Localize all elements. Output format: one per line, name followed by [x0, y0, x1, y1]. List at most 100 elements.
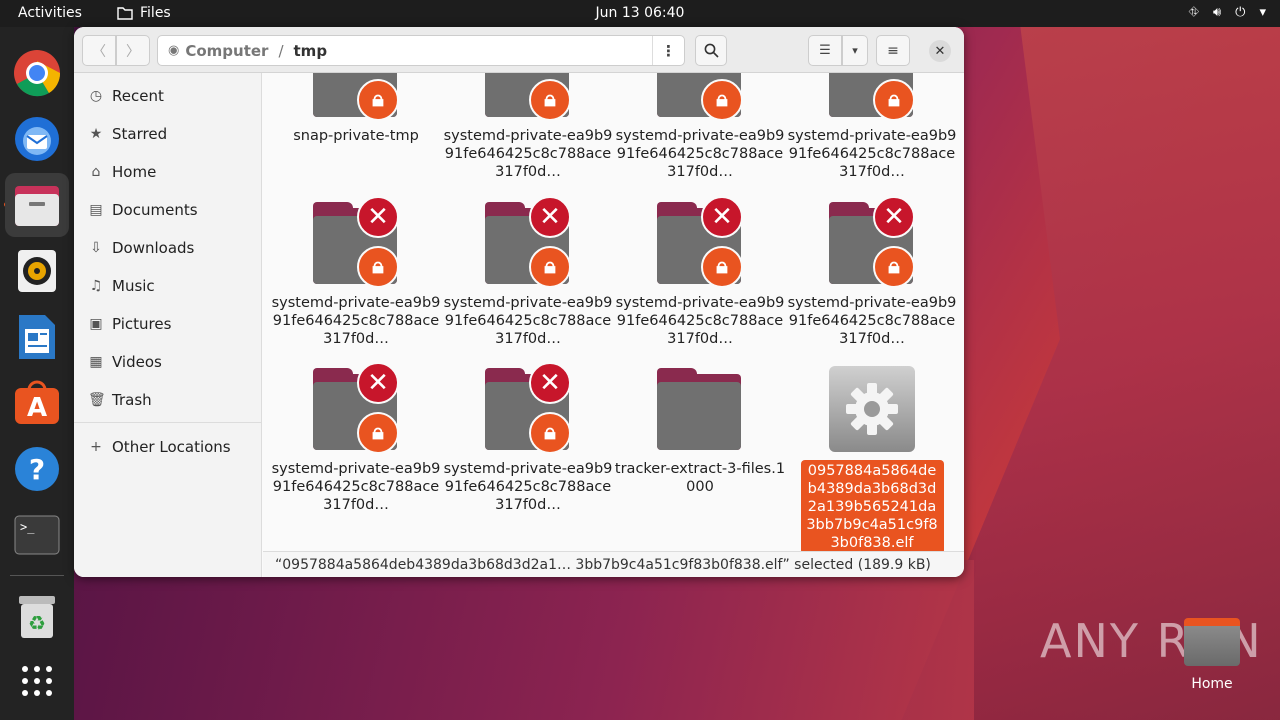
- clock[interactable]: Jun 13 06:40: [0, 5, 1280, 21]
- status-bar: “0957884a5864deb4389da3b68d3d2a1… 3bb7b9…: [263, 551, 964, 577]
- show-apps-button[interactable]: [11, 655, 63, 707]
- forbidden-icon: ✕: [529, 196, 571, 238]
- sidebar-item-recent[interactable]: ◷ Recent: [74, 80, 262, 112]
- volume-icon: 🔊︎: [1212, 5, 1222, 20]
- lock-icon: 🔒︎: [529, 246, 571, 288]
- chevron-left-icon: 〈: [92, 43, 106, 60]
- writer-launcher[interactable]: [11, 311, 63, 363]
- file-item[interactable]: ✕ 🔒︎ systemd-private-ea9b991fe646425c8c7…: [442, 196, 614, 348]
- path-segment-tmp[interactable]: tmp: [294, 42, 328, 60]
- terminal-icon: >_: [14, 515, 60, 555]
- svg-text:?: ?: [29, 453, 45, 486]
- file-name: systemd-private-ea9b991fe646425c8c788ace…: [271, 295, 441, 347]
- sidebar-item-label: Trash: [112, 391, 152, 409]
- chevron-down-icon: ▾: [1259, 5, 1266, 20]
- chrome-icon: [14, 50, 61, 97]
- file-item[interactable]: tracker-extract-3-files.1000: [614, 368, 786, 496]
- svg-text:A: A: [27, 393, 47, 423]
- back-button[interactable]: 〈: [82, 35, 116, 66]
- folder-icon: ✕ 🔒︎: [485, 196, 571, 288]
- forbidden-icon: ✕: [873, 196, 915, 238]
- trash-launcher[interactable]: ♻: [11, 591, 63, 643]
- file-item[interactable]: ✕ 🔒︎ systemd-private-ea9b991fe646425c8c7…: [786, 196, 958, 348]
- chevron-down-icon: ▾: [852, 44, 858, 57]
- file-name: tracker-extract-3-files.1000: [614, 461, 786, 495]
- close-icon: ✕: [934, 43, 946, 59]
- files-window: 〈 〉 ◉ Computer / tmp ⋮ ☰ ▾ ≡ ✕ ◷ Recent ★…: [74, 27, 964, 577]
- path-segment-computer[interactable]: Computer: [185, 42, 268, 60]
- lock-icon: 🔒︎: [357, 412, 399, 454]
- video-icon: ▦: [89, 354, 103, 370]
- sidebar-item-label: Starred: [112, 125, 168, 143]
- thunderbird-launcher[interactable]: [11, 113, 63, 165]
- document-writer-icon: [19, 315, 55, 359]
- file-name: 0957884a5864deb4389da3b68d3d2a139b565241…: [800, 460, 944, 551]
- lock-icon: 🔒︎: [529, 412, 571, 454]
- picture-icon: ▣: [89, 316, 103, 332]
- file-item[interactable]: ✕ 🔒︎ systemd-private-ea9b991fe646425c8c7…: [442, 362, 614, 514]
- file-name: systemd-private-ea9b991fe646425c8c788ace…: [787, 128, 957, 180]
- file-item[interactable]: ✕ 🔒︎ systemd-private-ea9b991fe646425c8c7…: [270, 196, 442, 348]
- close-button[interactable]: ✕: [929, 40, 951, 62]
- forbidden-icon: ✕: [529, 362, 571, 404]
- sidebar-divider: [74, 422, 262, 423]
- file-name: systemd-private-ea9b991fe646425c8c788ace…: [271, 461, 441, 513]
- folder-icon: ✕ 🔒︎: [829, 196, 915, 288]
- sidebar-item-documents[interactable]: ▤ Documents: [74, 194, 262, 226]
- grid-icon: [22, 666, 52, 696]
- folder-icon: ✕ 🔒︎: [313, 362, 399, 454]
- search-button[interactable]: [695, 35, 727, 66]
- sidebar-item-downloads[interactable]: ⇩ Downloads: [74, 232, 262, 264]
- sidebar-item-pictures[interactable]: ▣ Pictures: [74, 308, 262, 340]
- rhythmbox-launcher[interactable]: [11, 245, 63, 297]
- folder-icon: ✕ 🔒︎: [485, 362, 571, 454]
- main-menu-button[interactable]: ≡: [876, 35, 910, 66]
- file-item-selected[interactable]: 0957884a5864deb4389da3b68d3d2a139b565241…: [786, 366, 958, 551]
- terminal-launcher[interactable]: >_: [11, 509, 63, 561]
- trash-icon: 🗑︎: [88, 392, 106, 408]
- system-tray[interactable]: ⛗ 🔊︎ ⏻ ▾: [1189, 5, 1266, 20]
- file-item[interactable]: 🔒︎ systemd-private-ea9b991fe646425c8c788…: [442, 73, 614, 181]
- chrome-launcher[interactable]: [11, 47, 63, 99]
- sidebar-item-label: Documents: [112, 201, 198, 219]
- file-item[interactable]: 🔒︎ snap-private-tmp: [270, 73, 442, 145]
- sidebar-item-trash[interactable]: 🗑︎ Trash: [74, 384, 262, 416]
- sidebar-item-label: Other Locations: [112, 438, 231, 456]
- sidebar-item-label: Home: [112, 163, 157, 181]
- path-menu-button[interactable]: ⋮: [652, 36, 684, 65]
- svg-text:>_: >_: [20, 520, 35, 534]
- path-bar[interactable]: ◉ Computer / tmp ⋮: [157, 35, 685, 66]
- sidebar-item-starred[interactable]: ★ Starred: [74, 118, 262, 150]
- file-name: snap-private-tmp: [293, 128, 419, 144]
- path-separator: /: [278, 41, 284, 60]
- file-name: systemd-private-ea9b991fe646425c8c788ace…: [615, 295, 785, 347]
- sidebar-item-home[interactable]: ⌂ Home: [74, 156, 262, 188]
- folder-icon: ✕ 🔒︎: [657, 196, 743, 288]
- lock-icon: 🔒︎: [529, 79, 571, 121]
- svg-text:♻: ♻: [28, 611, 46, 635]
- forward-button[interactable]: 〉: [116, 35, 150, 66]
- view-options-button[interactable]: ▾: [842, 35, 868, 66]
- sidebar-item-music[interactable]: ♫ Music: [74, 270, 262, 302]
- drive-icon: ◉: [168, 43, 180, 58]
- lock-icon: 🔒︎: [873, 246, 915, 288]
- sidebar-item-videos[interactable]: ▦ Videos: [74, 346, 262, 378]
- sidebar-item-other-locations[interactable]: + Other Locations: [74, 431, 262, 463]
- file-item[interactable]: 🔒︎ systemd-private-ea9b991fe646425c8c788…: [786, 73, 958, 181]
- view-list-button[interactable]: ☰: [808, 35, 842, 66]
- file-item[interactable]: ✕ 🔒︎ systemd-private-ea9b991fe646425c8c7…: [614, 196, 786, 348]
- file-item[interactable]: ✕ 🔒︎ systemd-private-ea9b991fe646425c8c7…: [270, 362, 442, 514]
- home-folder-icon: [1184, 618, 1240, 666]
- file-item[interactable]: 🔒︎ systemd-private-ea9b991fe646425c8c788…: [614, 73, 786, 181]
- files-launcher[interactable]: [5, 173, 69, 237]
- desktop-home-folder[interactable]: Home: [1180, 618, 1244, 692]
- lock-icon: 🔒︎: [701, 79, 743, 121]
- sidebar-item-label: Videos: [112, 353, 162, 371]
- app-center-launcher[interactable]: A: [11, 377, 63, 429]
- desktop-home-label: Home: [1191, 676, 1233, 692]
- network-icon: ⛗: [1188, 5, 1199, 20]
- dock-separator: [10, 575, 64, 576]
- help-launcher[interactable]: ?: [11, 443, 63, 495]
- more-vertical-icon: ⋮: [661, 41, 676, 60]
- lock-icon: 🔒︎: [701, 246, 743, 288]
